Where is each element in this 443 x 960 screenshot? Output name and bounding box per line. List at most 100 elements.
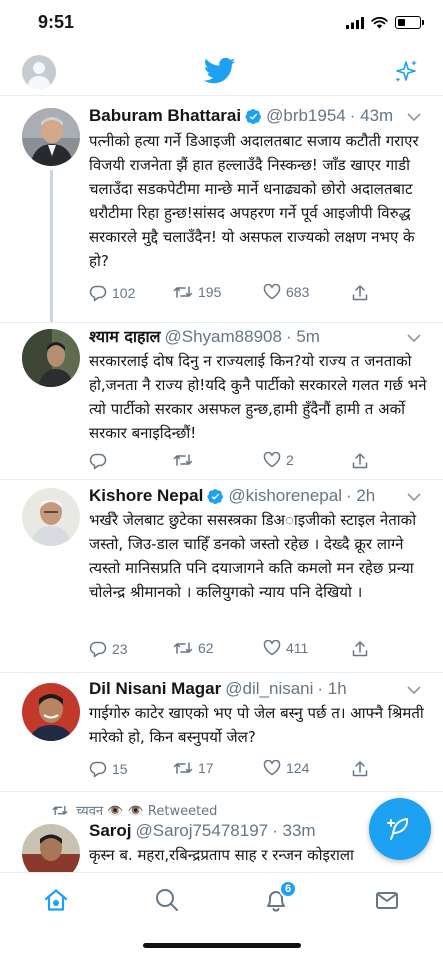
chevron-down-icon[interactable] [407,333,421,343]
retweet-count: 62 [198,640,214,656]
cellular-signal-icon [346,16,364,29]
tweet-time: · 2h [345,486,376,505]
sparkle-icon[interactable] [393,59,419,85]
heart-icon [263,640,281,656]
retweet-icon [173,762,193,774]
share-button[interactable] [351,760,369,778]
tweet[interactable]: Dil Nisani Magar @dil_nisani · 1h गाईगोर… [0,673,443,792]
retweet-icon [173,286,193,298]
retweet-count: 17 [198,760,214,776]
battery-level [397,18,405,26]
share-button[interactable] [351,640,369,658]
retweet-button[interactable] [173,452,198,468]
tweet-actions: 15 17 124 [89,760,379,780]
tab-notifications[interactable]: 6 [261,880,297,915]
compose-feather-icon [387,818,409,840]
like-count: 683 [286,284,310,300]
like-button[interactable]: 411 [263,640,308,656]
reply-button[interactable] [89,452,112,470]
like-button[interactable]: 683 [263,284,309,300]
reply-count: 15 [112,761,128,777]
notification-badge: 6 [279,880,297,898]
avatar[interactable] [22,108,80,166]
tweet-text: गाईगोरु काटेर खाएको भए पो जेल बस्नु पर्छ… [89,704,429,746]
author-handle: @dil_nisani [225,679,314,698]
twitter-bird-icon[interactable] [204,57,236,85]
tweet-time: · 1h [317,679,347,698]
retweet-icon [173,642,193,654]
author-handle: @Shyam88908 [164,327,282,346]
messages-icon [376,892,398,909]
author-handle: @brb1954 [266,106,346,125]
tweet[interactable]: Baburam Bhattarai @brb1954 · 43m पत्नीको… [0,96,443,322]
reply-button[interactable]: 23 [89,640,128,658]
tweet-text: पत्नीको हत्या गर्ने डिआइजी अदालतबाट सजाय… [89,132,424,270]
avatar[interactable] [22,329,80,387]
reply-icon [89,761,107,778]
tweet-time: · 33m [272,821,316,840]
tweet-actions: 102 195 683 [89,284,379,304]
status-bar: 9:51 [0,0,443,48]
tweet-header: Baburam Bhattarai @brb1954 · 43m [89,106,421,126]
heart-icon [263,452,281,468]
tweet[interactable]: Kishore Nepal @kishorenepal · 2h भर्खरै … [0,480,443,673]
avatar[interactable] [22,824,80,872]
avatar[interactable] [22,683,80,741]
compose-tweet-button[interactable] [369,798,431,860]
like-count: 124 [286,760,310,776]
share-button[interactable] [351,452,369,470]
tweet-time: · 5m [285,327,320,346]
like-button[interactable]: 124 [263,760,309,776]
reply-icon [89,285,107,302]
tweet-text: सरकारलाई दोष दिनु न राज्यलाई किन?यो राज्… [89,352,432,442]
share-icon [352,285,368,301]
profile-avatar[interactable] [22,55,56,89]
tweet[interactable]: श्याम दाहाल @Shyam88908 · 5m सरकारलाई दो… [0,322,443,480]
author-name[interactable]: Dil Nisani Magar [89,679,221,699]
chevron-down-icon[interactable] [407,685,421,695]
retweet-button[interactable]: 195 [173,284,221,300]
chevron-down-icon[interactable] [407,112,421,122]
status-time: 9:51 [38,12,75,32]
tweet-actions: 2 [89,452,379,472]
status-icons [346,16,424,29]
reply-icon [89,453,107,470]
tab-messages[interactable] [372,885,402,915]
reply-icon [89,641,107,658]
author-name[interactable]: Kishore Nepal [89,486,203,506]
search-icon [156,889,178,911]
author-handle: @Saroj75478197 [135,821,269,840]
battery-icon [395,16,424,29]
tweet-header: Kishore Nepal @kishorenepal · 2h [89,486,421,506]
tweet-header: Dil Nisani Magar @dil_nisani · 1h [89,679,421,699]
heart-icon [263,284,281,300]
timeline: Baburam Bhattarai @brb1954 · 43m पत्नीको… [0,96,443,872]
share-button[interactable] [351,284,369,302]
like-count: 2 [286,452,294,468]
tweet-header: श्याम दाहाल @Shyam88908 · 5m [89,327,421,347]
author-name[interactable]: Baburam Bhattarai [89,106,241,126]
thread-line [50,170,53,322]
author-name[interactable]: श्याम दाहाल [89,327,161,347]
retweet-icon [173,454,193,466]
like-button[interactable]: 2 [263,452,294,468]
tweet-time: · 43m [349,106,394,125]
tweet-actions: 23 62 411 [89,640,379,660]
tab-home[interactable] [41,885,71,915]
avatar[interactable] [22,488,80,546]
like-count: 411 [286,640,309,656]
author-name[interactable]: Saroj [89,821,132,841]
reply-count: 23 [112,641,128,657]
author-handle: @kishorenepal [228,486,342,505]
share-icon [352,761,368,777]
retweeted-by[interactable]: च्यवन 👁️ 👁️ Retweeted [76,801,217,819]
chevron-down-icon[interactable] [407,492,421,502]
reply-button[interactable]: 15 [89,760,128,778]
reply-button[interactable]: 102 [89,284,135,302]
tab-search[interactable] [152,885,182,915]
retweet-button[interactable]: 17 [173,760,214,776]
reply-count: 102 [112,285,136,301]
retweet-indicator: च्यवन 👁️ 👁️ Retweeted [52,801,217,819]
retweet-button[interactable]: 62 [173,640,214,656]
verified-badge-icon [207,488,224,504]
